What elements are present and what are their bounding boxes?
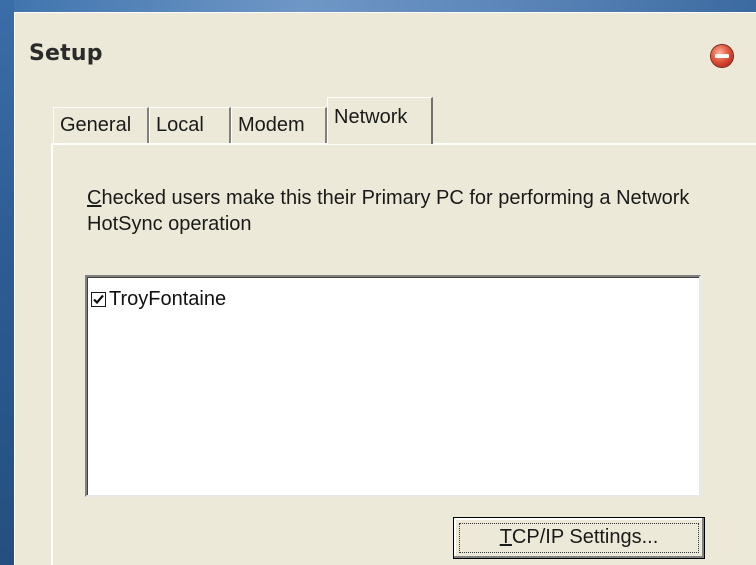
setup-dialog: Setup General Local Modem Network Checke… [14, 12, 756, 565]
window-title: Setup [29, 41, 103, 66]
user-checkbox[interactable] [91, 291, 106, 307]
tab-network-label: Network [334, 106, 408, 128]
tab-network[interactable]: Network [327, 97, 433, 144]
tcp-ip-settings-button[interactable]: TCP/IP Settings... [453, 517, 705, 559]
checkmark-icon [93, 294, 104, 304]
description-text: hecked users make this their Primary PC … [87, 187, 690, 235]
description-mnemonic: C [87, 187, 102, 209]
desktop-background-left [0, 0, 14, 565]
tcp-button-label: CP/IP Settings... [511, 526, 659, 548]
tab-general[interactable]: General [53, 107, 149, 143]
tab-modem[interactable]: Modem [231, 107, 327, 143]
tcp-button-mnemonic: T [499, 526, 512, 548]
users-listbox[interactable]: TroyFontaine [85, 275, 701, 497]
primary-pc-description: Checked users make this their Primary PC… [87, 185, 707, 237]
tab-general-label: General [60, 114, 132, 136]
tab-local-label: Local [156, 114, 204, 136]
tab-modem-label: Modem [238, 114, 305, 136]
user-name: TroyFontaine [109, 287, 227, 310]
title-bar: Setup [15, 13, 756, 99]
network-tab-panel: Checked users make this their Primary PC… [51, 143, 756, 565]
tab-local[interactable]: Local [149, 107, 231, 143]
list-item[interactable]: TroyFontaine [91, 287, 226, 311]
close-icon[interactable] [711, 45, 733, 67]
